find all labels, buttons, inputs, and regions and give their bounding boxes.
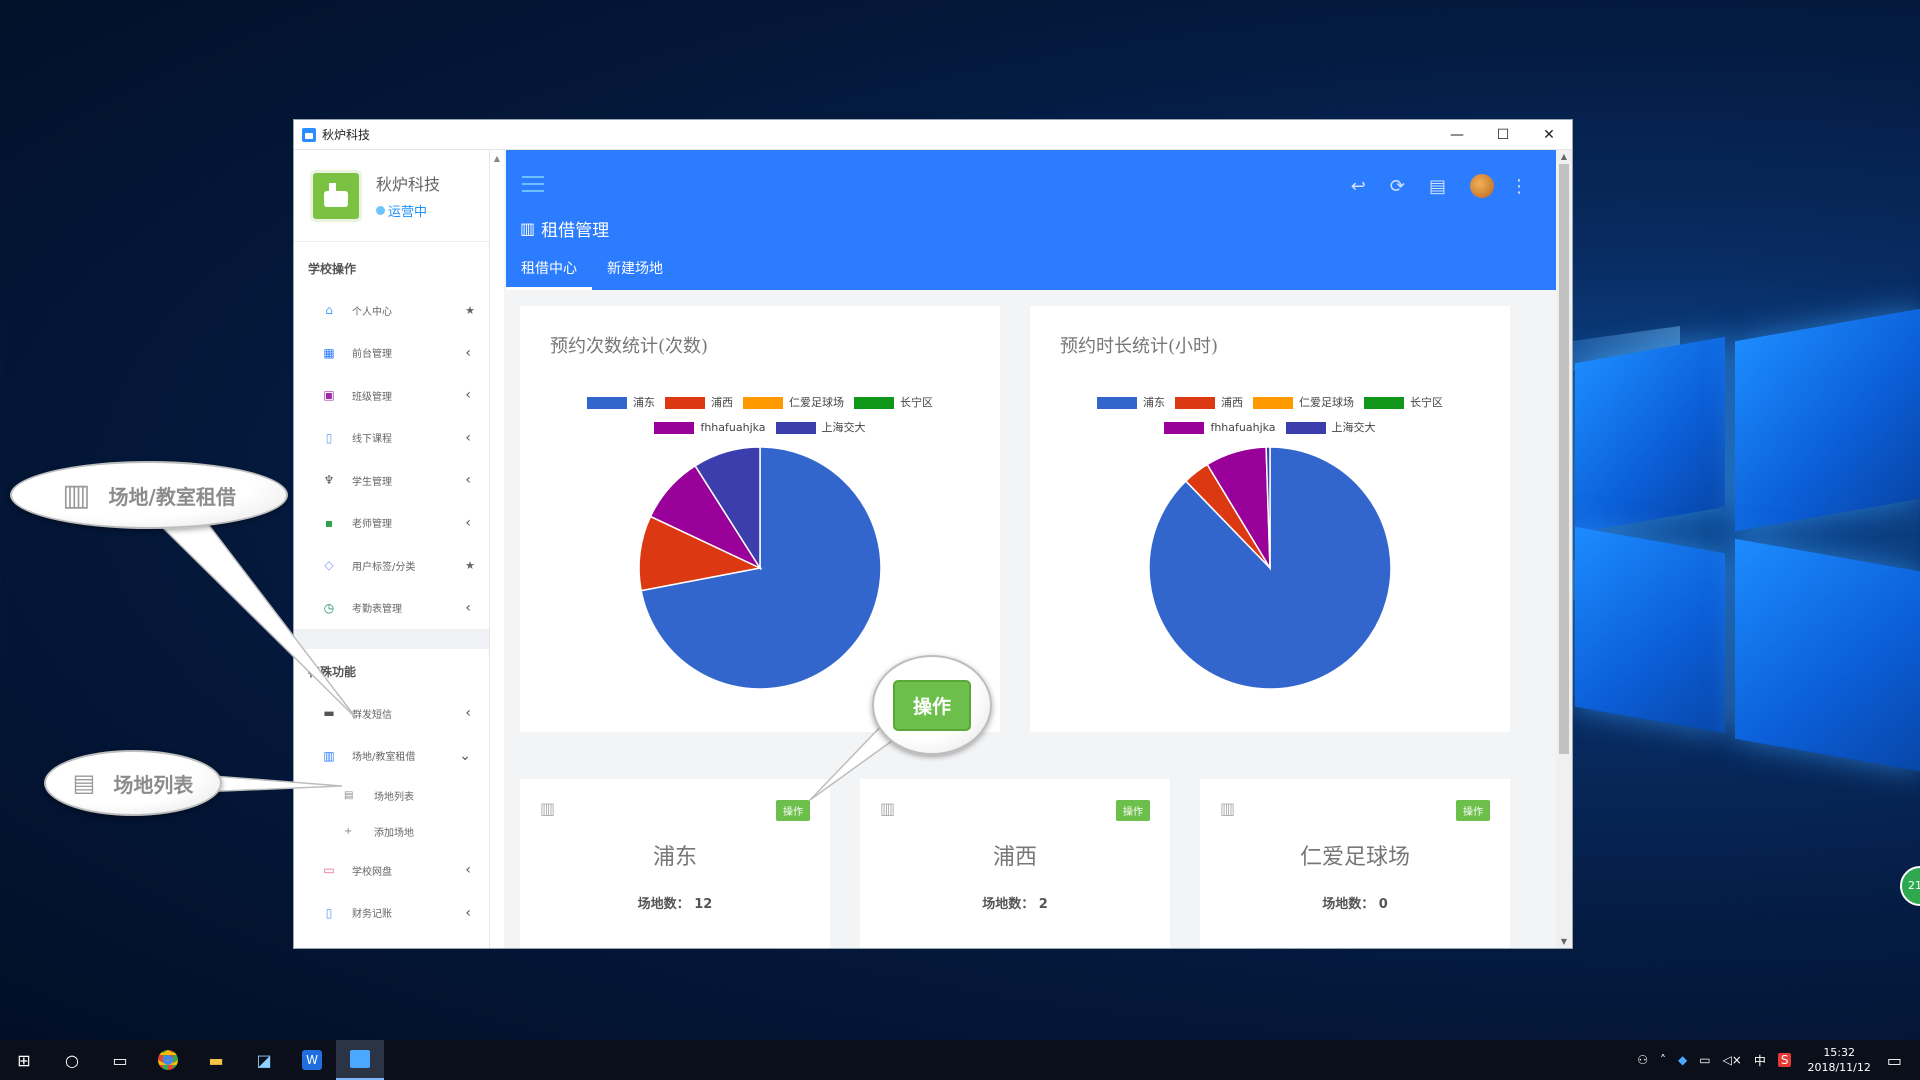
callout-list: ▤ 场地列表 [44, 750, 222, 816]
task-view-icon[interactable]: ▭ [96, 1040, 144, 1080]
chrome-icon[interactable] [144, 1040, 192, 1080]
app-taskbar-icon[interactable] [336, 1040, 384, 1080]
callout-pointers [158, 519, 909, 801]
notification-icon[interactable]: ▭ [1887, 1051, 1902, 1070]
ime-indicator[interactable]: 中 [1754, 1052, 1766, 1069]
volume-icon[interactable]: ◁× [1723, 1053, 1742, 1067]
notepad-icon[interactable]: ◪ [240, 1040, 288, 1080]
taskbar: ⊞ ○ ▭ ▬ ◪ W ⚇ ˄ ◆ ▭ ◁× 中 S 15:32 2018/11… [0, 1040, 1920, 1080]
network-icon[interactable]: ▭ [1699, 1053, 1710, 1067]
start-button[interactable]: ⊞ [0, 1040, 48, 1080]
system-tray: ⚇ ˄ ◆ ▭ ◁× 中 S 15:32 2018/11/12 ▭ [1631, 1045, 1920, 1075]
tray-expand-icon[interactable]: ˄ [1660, 1053, 1666, 1067]
file-explorer-icon[interactable]: ▬ [192, 1040, 240, 1080]
building-icon: ▥ [62, 477, 91, 513]
clock[interactable]: 15:32 2018/11/12 [1807, 1045, 1870, 1075]
callout-rent: ▥ 场地/教室租借 [10, 461, 288, 529]
people-icon[interactable]: ⚇ [1637, 1053, 1648, 1067]
search-icon[interactable]: ○ [48, 1040, 96, 1080]
callout-action: 操作 [872, 655, 992, 755]
wps-icon[interactable]: W [288, 1040, 336, 1080]
sogou-icon[interactable]: S [1777, 1053, 1792, 1067]
list-icon: ▤ [72, 769, 96, 797]
security-icon[interactable]: ◆ [1678, 1053, 1687, 1067]
